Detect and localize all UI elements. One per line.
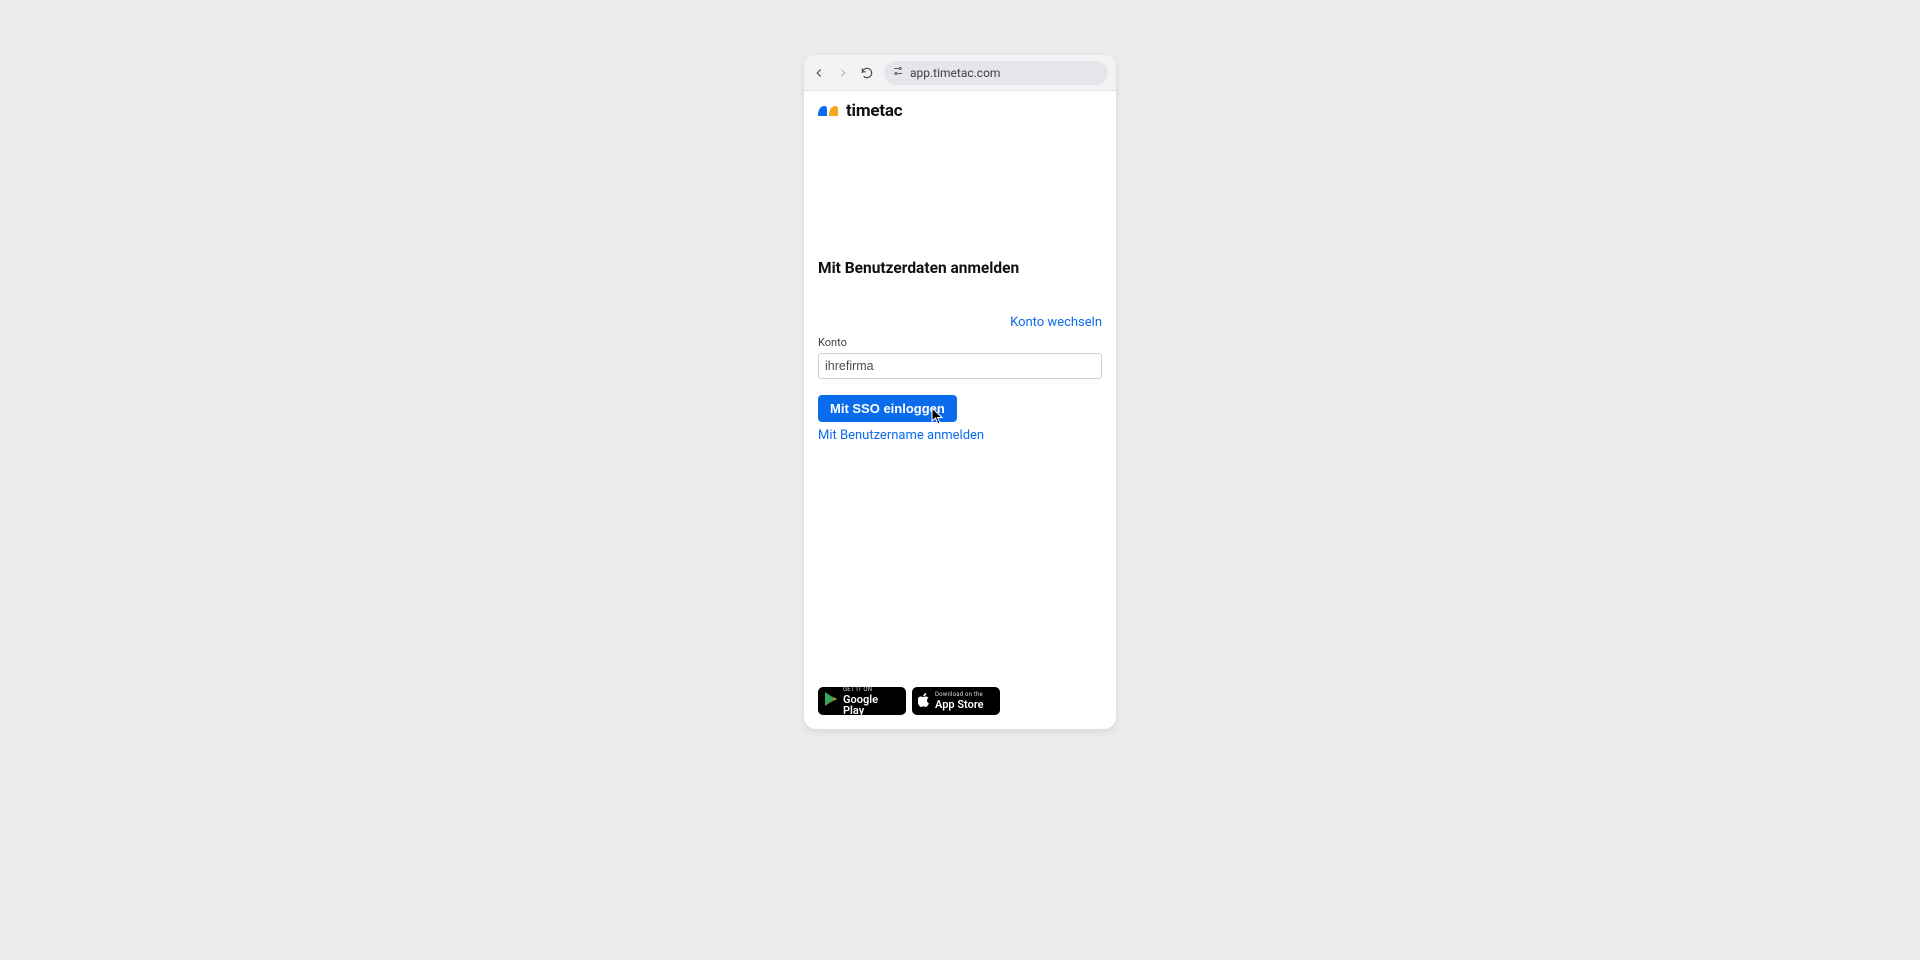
- brand-logo-icon: [816, 104, 840, 118]
- back-icon[interactable]: [812, 66, 826, 80]
- google-play-icon: [824, 691, 838, 711]
- apple-icon: [918, 692, 930, 711]
- sso-login-button[interactable]: Mit SSO einloggen: [818, 395, 957, 422]
- site-settings-icon[interactable]: [892, 65, 904, 80]
- url-text: app.timetac.com: [910, 66, 1000, 80]
- forward-icon: [836, 66, 850, 80]
- browser-window: app.timetac.com timetac Mit Benutzerdate…: [804, 55, 1116, 729]
- app-store-big: App Store: [935, 699, 984, 710]
- google-play-big: Google Play: [843, 694, 900, 716]
- brand-header: timetac: [804, 91, 1116, 121]
- browser-toolbar: app.timetac.com: [804, 55, 1116, 91]
- account-input[interactable]: [818, 353, 1102, 379]
- brand-name: timetac: [846, 101, 902, 121]
- login-heading: Mit Benutzerdaten anmelden: [818, 259, 1102, 277]
- switch-account-link[interactable]: Konto wechseln: [1010, 315, 1102, 330]
- reload-icon[interactable]: [860, 66, 874, 80]
- url-bar[interactable]: app.timetac.com: [884, 61, 1108, 85]
- google-play-badge[interactable]: GET IT ON Google Play: [818, 687, 906, 715]
- username-login-link[interactable]: Mit Benutzername anmelden: [818, 428, 1102, 443]
- app-store-badges: GET IT ON Google Play Download on the Ap…: [818, 687, 1000, 715]
- page-background: app.timetac.com timetac Mit Benutzerdate…: [10, 10, 1910, 950]
- google-play-small: GET IT ON: [843, 687, 900, 693]
- page-content: timetac Mit Benutzerdaten anmelden Konto…: [804, 91, 1116, 729]
- account-label: Konto: [818, 336, 1102, 349]
- login-form: Mit Benutzerdaten anmelden Konto wechsel…: [804, 259, 1116, 443]
- app-store-badge[interactable]: Download on the App Store: [912, 687, 1000, 715]
